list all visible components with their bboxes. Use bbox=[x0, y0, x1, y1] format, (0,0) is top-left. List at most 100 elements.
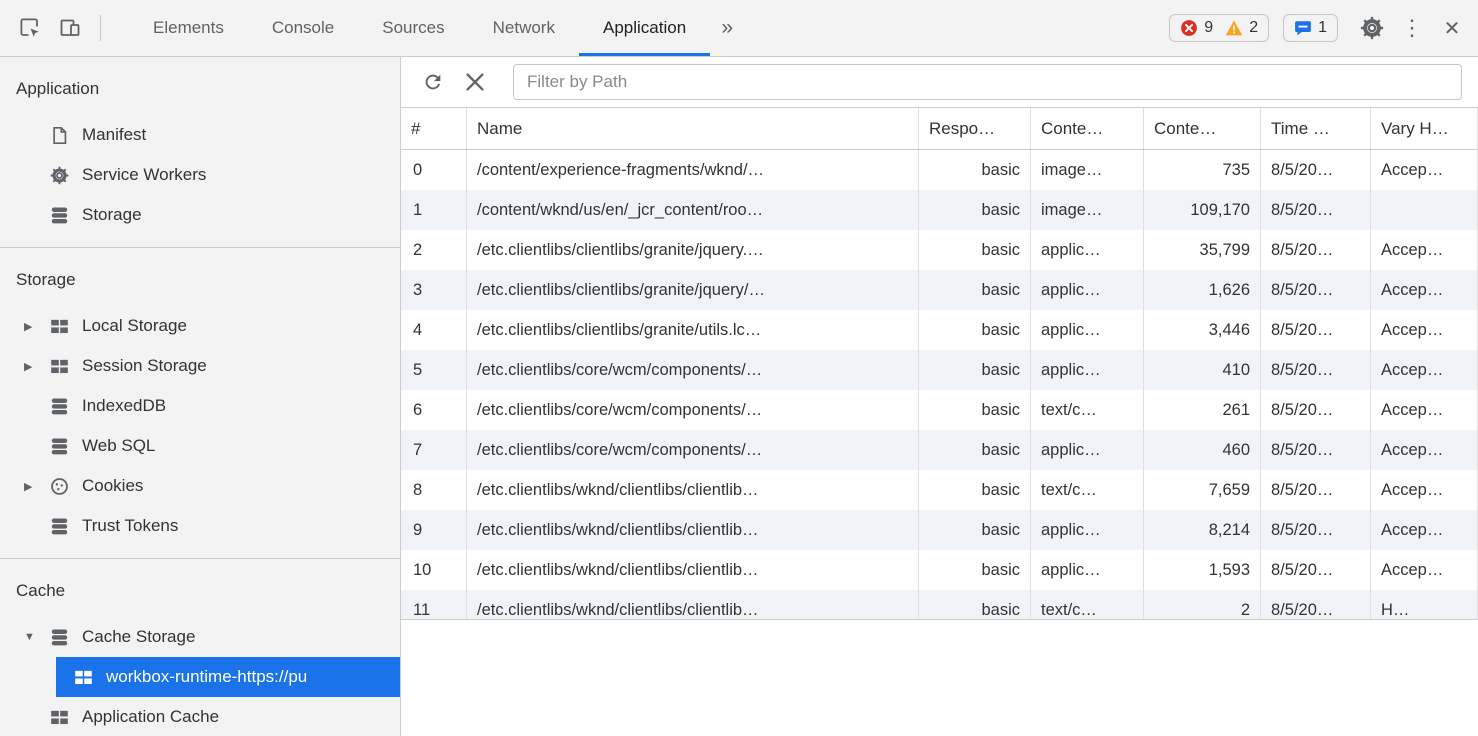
table-row[interactable]: 5/etc.clientlibs/core/wcm/components/…ba… bbox=[401, 350, 1478, 390]
sidebar-item-workbox-runtime-https-pu[interactable]: workbox-runtime-https://pu bbox=[56, 657, 400, 697]
device-toolbar-button[interactable] bbox=[50, 8, 90, 48]
sidebar-section-storage: Storage▶Local Storage▶Session StorageInd… bbox=[0, 248, 400, 559]
filter-path-input[interactable] bbox=[513, 64, 1462, 100]
table-cell: basic bbox=[919, 390, 1031, 430]
table-cell: basic bbox=[919, 470, 1031, 510]
toolbar-divider bbox=[100, 15, 101, 41]
sidebar-item-manifest[interactable]: Manifest bbox=[0, 115, 400, 155]
sidebar-item-label: Cookies bbox=[82, 476, 143, 496]
sidebar-item-label: Manifest bbox=[82, 125, 146, 145]
database-icon bbox=[50, 437, 69, 456]
table-row[interactable]: 11/etc.clientlibs/wknd/clientlibs/client… bbox=[401, 590, 1478, 620]
table-row[interactable]: 1/content/wknd/us/en/_jcr_content/roo…ba… bbox=[401, 190, 1478, 230]
table-icon bbox=[50, 317, 69, 336]
sidebar-item-cache-storage[interactable]: ▼ Cache Storage bbox=[0, 617, 400, 657]
tab-network[interactable]: Network bbox=[469, 0, 579, 56]
table-cell: 9 bbox=[401, 510, 467, 550]
chevron-right-icon[interactable]: ▶ bbox=[24, 360, 50, 373]
table-row[interactable]: 9/etc.clientlibs/wknd/clientlibs/clientl… bbox=[401, 510, 1478, 550]
delete-selected-button[interactable] bbox=[457, 64, 493, 100]
table-row[interactable]: 3/etc.clientlibs/clientlibs/granite/jque… bbox=[401, 270, 1478, 310]
table-cell: text/c… bbox=[1031, 390, 1144, 430]
table-cell: basic bbox=[919, 150, 1031, 190]
sidebar-item-storage[interactable]: Storage bbox=[0, 195, 400, 235]
table-cell bbox=[1371, 190, 1478, 230]
chevron-down-icon[interactable]: ▼ bbox=[24, 631, 50, 643]
table-cell: 3 bbox=[401, 270, 467, 310]
table-cell: 8/5/20… bbox=[1261, 550, 1371, 590]
sidebar-item-label: Cache Storage bbox=[82, 627, 195, 647]
table-row[interactable]: 0/content/experience-fragments/wknd/…bas… bbox=[401, 150, 1478, 190]
refresh-button[interactable] bbox=[415, 64, 451, 100]
menu-dots-button[interactable]: ⋮ bbox=[1392, 8, 1432, 48]
chevron-right-icon[interactable]: ▶ bbox=[24, 320, 50, 333]
sidebar-item-web-sql[interactable]: Web SQL bbox=[0, 426, 400, 466]
issues-counter[interactable]: 1 bbox=[1283, 14, 1338, 42]
table-row[interactable]: 8/etc.clientlibs/wknd/clientlibs/clientl… bbox=[401, 470, 1478, 510]
column-header[interactable]: Conte… bbox=[1144, 108, 1261, 149]
table-cell: /etc.clientlibs/wknd/clientlibs/clientli… bbox=[467, 550, 919, 590]
column-header[interactable]: # bbox=[401, 108, 467, 149]
sidebar-item-label: IndexedDB bbox=[82, 396, 166, 416]
column-header[interactable]: Time … bbox=[1261, 108, 1371, 149]
sidebar-item-trust-tokens[interactable]: Trust Tokens bbox=[0, 506, 400, 546]
table-cell: 10 bbox=[401, 550, 467, 590]
table-cell: 8/5/20… bbox=[1261, 270, 1371, 310]
table-row[interactable]: 4/etc.clientlibs/clientlibs/granite/util… bbox=[401, 310, 1478, 350]
tab-console[interactable]: Console bbox=[248, 0, 358, 56]
device-toolbar-icon bbox=[58, 16, 82, 40]
close-devtools-button[interactable]: ✕ bbox=[1432, 8, 1472, 48]
sidebar-item-service-workers[interactable]: Service Workers bbox=[0, 155, 400, 195]
table-cell: basic bbox=[919, 270, 1031, 310]
table-row[interactable]: 7/etc.clientlibs/core/wcm/components/…ba… bbox=[401, 430, 1478, 470]
table-cell: 410 bbox=[1144, 350, 1261, 390]
table-cell: Accep… bbox=[1371, 310, 1478, 350]
table-row[interactable]: 10/etc.clientlibs/wknd/clientlibs/client… bbox=[401, 550, 1478, 590]
table-row[interactable]: 6/etc.clientlibs/core/wcm/components/…ba… bbox=[401, 390, 1478, 430]
table-cell: applic… bbox=[1031, 550, 1144, 590]
column-header[interactable]: Respo… bbox=[919, 108, 1031, 149]
sidebar-item-session-storage[interactable]: ▶ Session Storage bbox=[0, 346, 400, 386]
table-icon bbox=[74, 668, 93, 687]
tab-application[interactable]: Application bbox=[579, 0, 710, 56]
table-cell: basic bbox=[919, 510, 1031, 550]
issue-badge[interactable]: 1 bbox=[1294, 19, 1327, 37]
console-status-badges[interactable]: 9 2 bbox=[1169, 14, 1269, 42]
settings-button[interactable] bbox=[1352, 8, 1392, 48]
sidebar-item-application-cache[interactable]: Application Cache bbox=[0, 697, 400, 736]
sidebar-item-indexeddb[interactable]: IndexedDB bbox=[0, 386, 400, 426]
more-tabs-button[interactable]: » bbox=[710, 8, 744, 48]
table-cell: 261 bbox=[1144, 390, 1261, 430]
table-cell: text/c… bbox=[1031, 590, 1144, 620]
table-cell: 8/5/20… bbox=[1261, 350, 1371, 390]
error-badge[interactable]: 9 bbox=[1180, 19, 1213, 37]
column-header[interactable]: Name bbox=[467, 108, 919, 149]
table-cell: 8/5/20… bbox=[1261, 390, 1371, 430]
table-cell: /etc.clientlibs/wknd/clientlibs/clientli… bbox=[467, 590, 919, 620]
tab-elements[interactable]: Elements bbox=[129, 0, 248, 56]
inspect-icon bbox=[18, 16, 42, 40]
table-cell: 2 bbox=[401, 230, 467, 270]
chevron-right-icon[interactable]: ▶ bbox=[24, 480, 50, 493]
table-cell: basic bbox=[919, 310, 1031, 350]
warning-icon bbox=[1225, 19, 1243, 37]
column-header[interactable]: Vary H… bbox=[1371, 108, 1478, 149]
table-cell: 6 bbox=[401, 390, 467, 430]
column-header[interactable]: Conte… bbox=[1031, 108, 1144, 149]
sidebar-item-local-storage[interactable]: ▶Local Storage bbox=[0, 306, 400, 346]
tab-sources[interactable]: Sources bbox=[358, 0, 468, 56]
inspect-element-button[interactable] bbox=[10, 8, 50, 48]
warning-badge[interactable]: 2 bbox=[1225, 19, 1258, 37]
sidebar-item-label: Web SQL bbox=[82, 436, 155, 456]
table-row[interactable]: 2/etc.clientlibs/clientlibs/granite/jque… bbox=[401, 230, 1478, 270]
table-cell: /etc.clientlibs/core/wcm/components/… bbox=[467, 390, 919, 430]
table-cell: Accep… bbox=[1371, 510, 1478, 550]
table-cell: 8/5/20… bbox=[1261, 430, 1371, 470]
table-cell: /etc.clientlibs/core/wcm/components/… bbox=[467, 430, 919, 470]
sidebar-item-cookies[interactable]: ▶ Cookies bbox=[0, 466, 400, 506]
grid-body: 0/content/experience-fragments/wknd/…bas… bbox=[401, 150, 1478, 620]
sidebar-item-label: Session Storage bbox=[82, 356, 207, 376]
table-cell: 3,446 bbox=[1144, 310, 1261, 350]
table-cell: 7,659 bbox=[1144, 470, 1261, 510]
table-cell: Accep… bbox=[1371, 550, 1478, 590]
